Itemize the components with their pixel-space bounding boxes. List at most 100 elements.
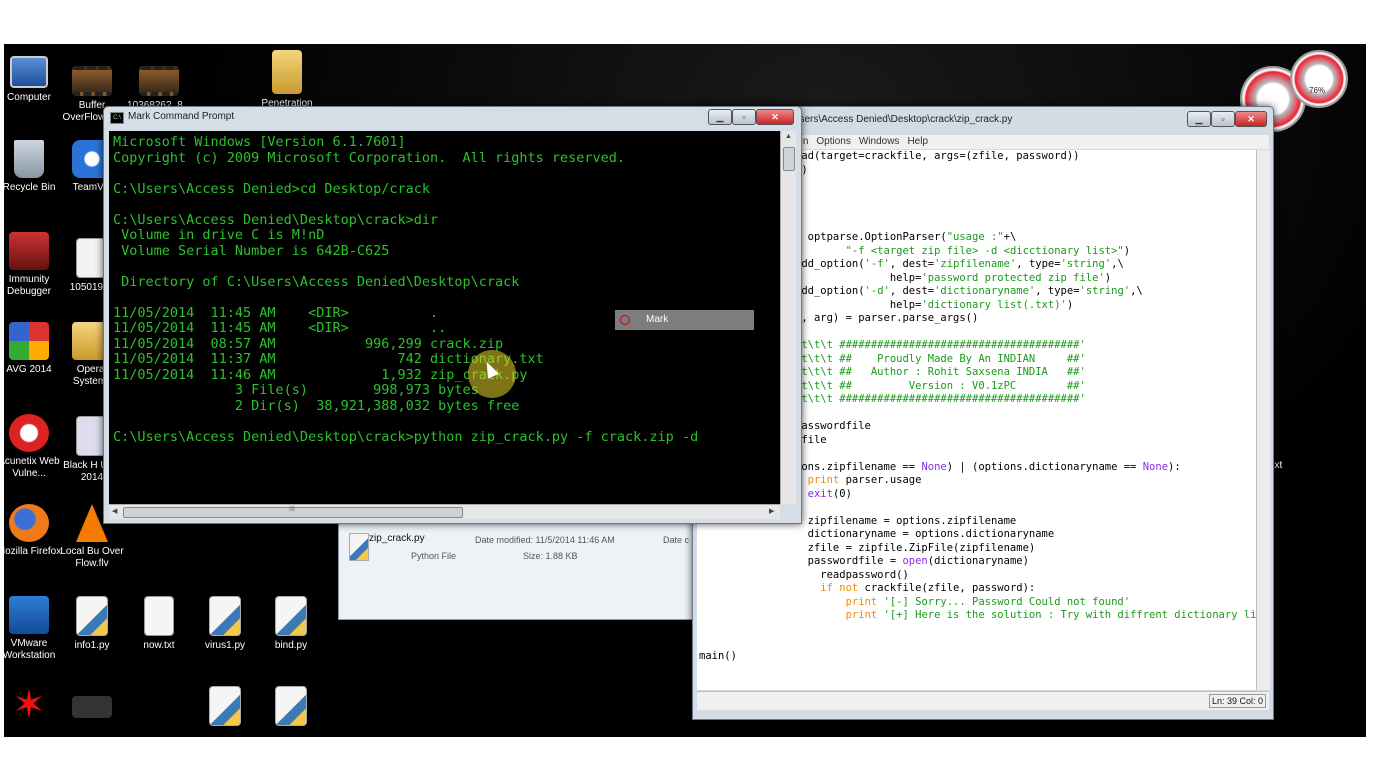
immunity-debugger-icon bbox=[9, 232, 49, 270]
cursor-position: Ln: 39 Col: 0 bbox=[1208, 694, 1266, 708]
python-file-icon bbox=[76, 596, 108, 636]
python-file-icon bbox=[275, 596, 307, 636]
scroll-thumb[interactable]: III bbox=[123, 506, 463, 518]
code-token: passwordfile bbox=[795, 420, 871, 432]
python-file-icon bbox=[275, 686, 307, 726]
blurred-icon bbox=[72, 696, 112, 718]
code-token: zfile = zipfile.ZipFile(zipfilename) bbox=[795, 541, 1036, 554]
code-token: 'string' bbox=[1060, 258, 1112, 270]
code-token: crackfile(zfile, password): bbox=[858, 582, 1036, 594]
code-token: exit bbox=[807, 487, 833, 500]
code-token: , type= bbox=[1035, 285, 1080, 297]
code-token: , dest= bbox=[889, 258, 935, 270]
maximize-button[interactable]: ▫ bbox=[1211, 111, 1235, 127]
code-token: "usage :" bbox=[946, 231, 1004, 243]
desktop-icon-now-txt[interactable]: now.txt bbox=[126, 596, 192, 652]
vertical-scrollbar[interactable]: ▲ bbox=[780, 131, 796, 504]
code-line: main() bbox=[697, 650, 1256, 664]
file-name: zip_crack.py bbox=[369, 533, 425, 544]
desktop-icon-recycle-bin[interactable]: Recycle Bin bbox=[4, 140, 62, 194]
code-token: '[+] Here is the solution : Try with dif… bbox=[883, 609, 1256, 621]
desktop-icon-avg[interactable]: AVG 2014 bbox=[4, 322, 62, 376]
desktop-icon-bind[interactable]: bind.py bbox=[258, 596, 324, 652]
console-line: 11/05/2014 08:57 AM 996,299 crack.zip bbox=[113, 335, 504, 352]
console-line: 3 File(s) 998,973 bytes bbox=[113, 382, 479, 398]
code-token: (dictionaryname) bbox=[927, 555, 1029, 567]
code-token: \t\t\t ## Author : Rohit Saxsena INDIA #… bbox=[795, 366, 1086, 378]
menu-windows[interactable]: Windows bbox=[859, 135, 900, 149]
recycle-bin-icon bbox=[14, 140, 44, 178]
code-token: 'password protected zip file' bbox=[921, 271, 1105, 284]
desktop-icon-blurred[interactable] bbox=[59, 696, 125, 722]
code-token: '-d' bbox=[864, 285, 890, 297]
desktop-icon-py-b[interactable] bbox=[258, 686, 324, 730]
desktop-icon-vmware[interactable]: VMware Workstation bbox=[4, 596, 62, 662]
scroll-left-arrow-icon[interactable]: ◀ bbox=[112, 507, 117, 515]
code-token: add_option( bbox=[795, 285, 865, 297]
code-token: "-f <target zip file> -d <dicctionary li… bbox=[845, 244, 1124, 257]
context-menu-mark[interactable]: Mark bbox=[615, 310, 754, 330]
python-file-icon bbox=[209, 596, 241, 636]
code-token: , dest= bbox=[889, 285, 935, 297]
code-token: ead(target=crackfile, args=(zfile, passw… bbox=[795, 150, 1080, 162]
desktop-icon-virus1[interactable]: virus1.py bbox=[192, 596, 258, 652]
code-token: = optparse.OptionParser( bbox=[795, 231, 947, 243]
code-token: \t\t\t ## Proudly Made By An INDIAN ##' bbox=[795, 352, 1086, 365]
scroll-thumb[interactable] bbox=[783, 147, 795, 171]
code-token: \t\t\t #################################… bbox=[795, 339, 1086, 351]
desktop-icon-computer[interactable]: Computer bbox=[4, 56, 62, 104]
cmd-title-bar[interactable]: C:\ Mark Command Prompt ▁ ▫ ✕ bbox=[104, 107, 801, 129]
desktop-icon-info1[interactable]: info1.py bbox=[59, 596, 125, 652]
code-token: , type= bbox=[1016, 258, 1061, 270]
console-line: Volume in drive C is M!nD bbox=[113, 227, 325, 243]
code-token: None bbox=[921, 460, 947, 473]
menu-help[interactable]: Help bbox=[907, 135, 928, 149]
minimize-button[interactable]: ▁ bbox=[1187, 111, 1211, 127]
console-line: Microsoft Windows [Version 6.1.7601] bbox=[113, 134, 406, 150]
code-token: parser.usage bbox=[839, 474, 922, 486]
editor-scrollbar[interactable] bbox=[1256, 150, 1270, 690]
desktop-icon-acunetix[interactable]: Acunetix Web Vulne... bbox=[4, 414, 62, 480]
desktop-icon-unnamed[interactable]: ✶ bbox=[4, 683, 62, 728]
console-line: Copyright (c) 2009 Microsoft Corporation… bbox=[113, 149, 626, 166]
console-line: Directory of C:\Users\Access Denied\Desk… bbox=[113, 273, 520, 290]
python-file-icon bbox=[349, 533, 369, 561]
menu-options[interactable]: Options bbox=[816, 135, 850, 149]
console-line: 2 Dir(s) 38,921,388,032 bytes free bbox=[113, 397, 520, 414]
code-line: zfile = zipfile.ZipFile(zipfilename) bbox=[697, 542, 1256, 556]
text-file-icon bbox=[144, 596, 174, 636]
desktop-icon-firefox[interactable]: Mozilla Firefox bbox=[4, 504, 62, 558]
code-token: main() bbox=[699, 649, 737, 662]
code-token: +\ bbox=[1003, 231, 1017, 243]
desktop-icon-immunity[interactable]: Immunity Debugger bbox=[4, 232, 62, 298]
code-line: print '[+] Here is the solution : Try wi… bbox=[697, 609, 1256, 623]
code-token: None bbox=[1142, 460, 1168, 473]
close-button[interactable]: ✕ bbox=[756, 109, 794, 125]
code-token: ,\ bbox=[1130, 285, 1143, 297]
code-token: ): bbox=[1168, 460, 1181, 473]
scroll-right-arrow-icon[interactable]: ▶ bbox=[769, 507, 774, 515]
code-token: open bbox=[902, 555, 928, 567]
close-button[interactable]: ✕ bbox=[1235, 111, 1267, 127]
star-icon: ✶ bbox=[12, 683, 46, 727]
code-token: help= bbox=[795, 298, 922, 311]
code-token: 'string' bbox=[1079, 285, 1131, 297]
memory-gauge-gadget[interactable]: 76% bbox=[1290, 50, 1348, 108]
code-token: ) bbox=[1123, 244, 1131, 257]
minimize-button[interactable]: ▁ bbox=[708, 109, 732, 125]
explorer-details-pane[interactable]: zip_crack.py Date modified: 11/5/2014 11… bbox=[338, 522, 694, 620]
code-token: ions.zipfilename == bbox=[795, 460, 922, 473]
maximize-button[interactable]: ▫ bbox=[732, 109, 756, 125]
python-file-icon bbox=[209, 686, 241, 726]
desktop-icon-py-a[interactable] bbox=[192, 686, 258, 730]
cmd-icon: C:\ bbox=[110, 112, 124, 124]
scroll-up-arrow-icon[interactable]: ▲ bbox=[785, 133, 792, 140]
horizontal-scrollbar[interactable]: ◀ III ▶ bbox=[109, 504, 780, 519]
